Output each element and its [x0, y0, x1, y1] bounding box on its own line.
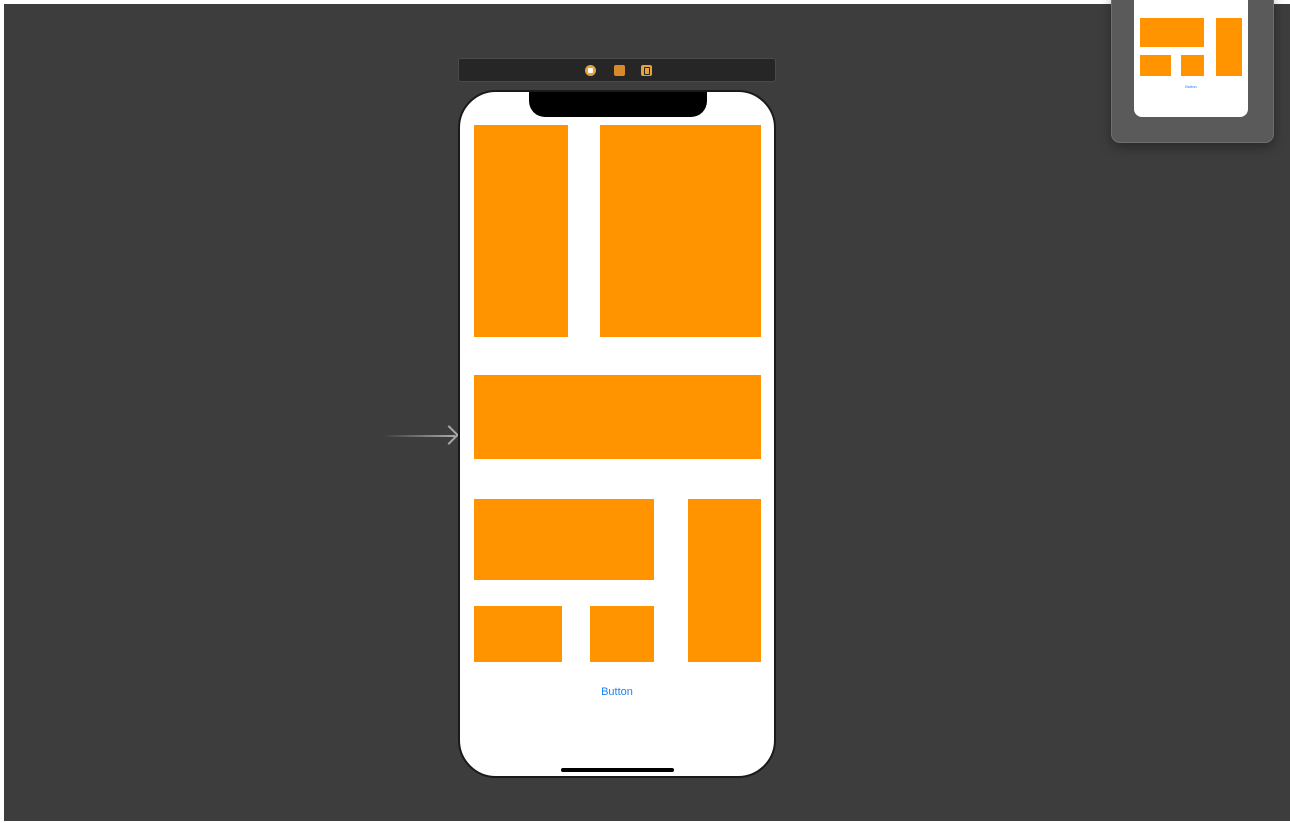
first-responder-icon[interactable]: [614, 65, 625, 76]
device-button[interactable]: Button: [460, 686, 774, 698]
orange-view-lower-left-wide[interactable]: [474, 499, 654, 580]
orange-view-middle-wide[interactable]: [474, 375, 761, 459]
storyboard-entry-arrow-icon[interactable]: [383, 435, 455, 437]
orange-view-bottom-left-small[interactable]: [474, 606, 562, 662]
minimap-view: [1140, 18, 1204, 47]
minimap-view: [1181, 55, 1204, 76]
device-notch: [529, 92, 707, 117]
orange-view-bottom-middle-small[interactable]: [590, 606, 654, 662]
home-indicator: [561, 768, 674, 772]
minimap-device-preview: Button: [1134, 0, 1248, 117]
device-frame[interactable]: Button: [458, 90, 776, 778]
scene-dock: [458, 58, 776, 82]
orange-view-top-right[interactable]: [600, 125, 761, 337]
orange-view-top-left[interactable]: [474, 125, 568, 337]
canvas-minimap[interactable]: Button: [1111, 0, 1274, 143]
view-controller-icon[interactable]: [585, 65, 596, 76]
orange-view-right-tall[interactable]: [688, 499, 761, 662]
minimap-view: [1140, 55, 1171, 76]
minimap-button-label: Button: [1185, 84, 1197, 89]
minimap-view: [1216, 18, 1242, 76]
exit-icon[interactable]: [641, 65, 652, 76]
